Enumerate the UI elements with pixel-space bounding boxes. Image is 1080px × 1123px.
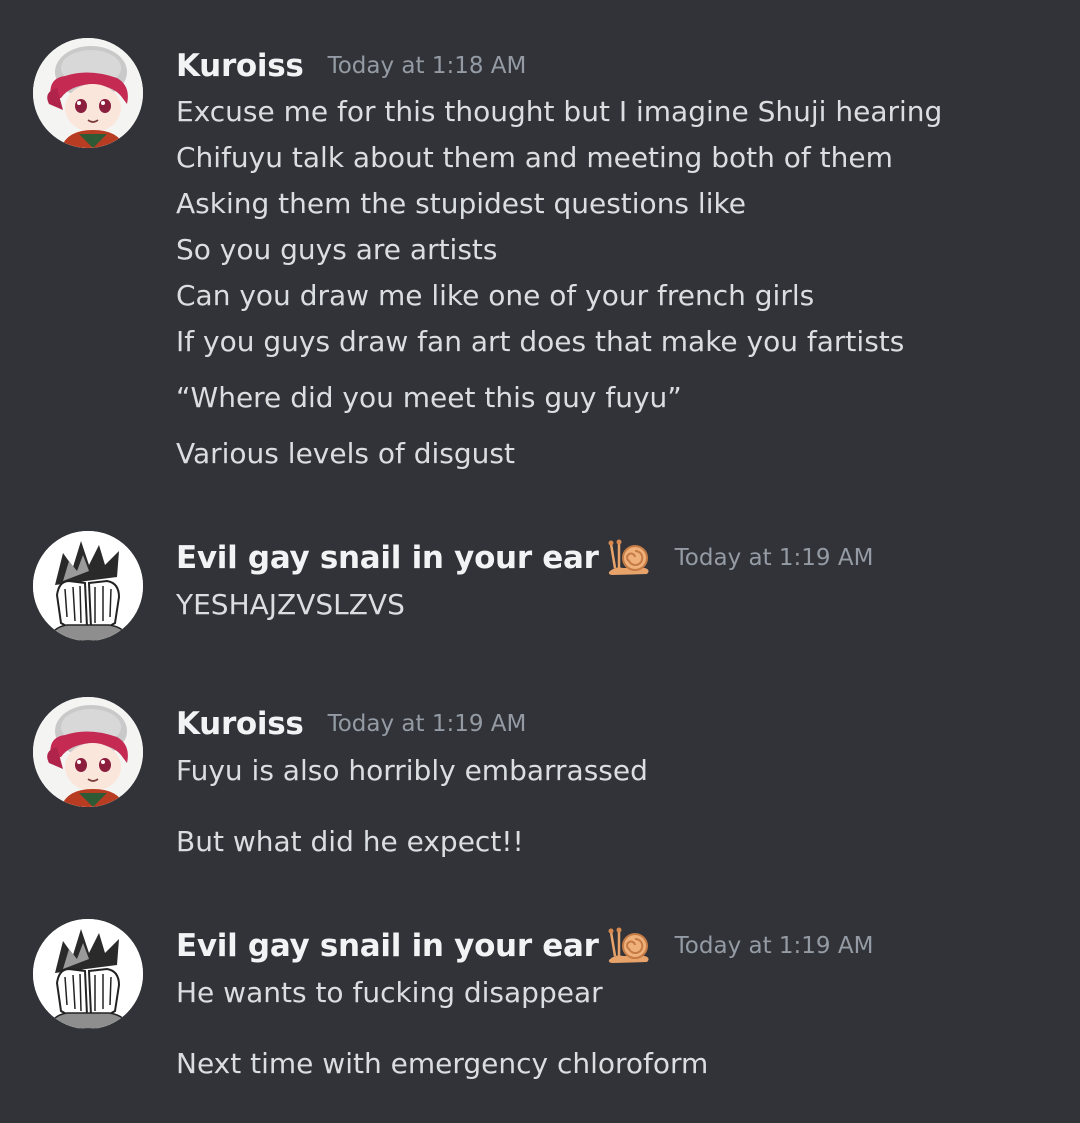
message-line: YESHAJZVSLZVS [176, 588, 405, 621]
message-line: Excuse me for this thought but I imagine… [176, 95, 943, 128]
username[interactable]: Kuroiss [176, 706, 304, 742]
message-line: Chifuyu talk about them and meeting both… [176, 141, 893, 174]
message-line: But what did he expect!! [176, 825, 524, 858]
message-header: Kuroiss Today at 1:19 AM [176, 702, 526, 746]
message-timestamp[interactable]: Today at 1:19 AM [328, 711, 527, 737]
message-line: So you guys are artists [176, 233, 498, 266]
username[interactable]: Kuroiss [176, 48, 304, 84]
username[interactable]: Evil gay snail in your ear [176, 928, 599, 964]
message-timestamp[interactable]: Today at 1:19 AM [675, 933, 874, 959]
user-avatar[interactable] [33, 919, 143, 1029]
red-haired-plush-avatar-icon [33, 38, 143, 148]
message-line: He wants to fucking disappear [176, 976, 603, 1009]
message-line: Various levels of disgust [176, 437, 515, 470]
manga-face-palm-avatar-icon [33, 531, 143, 641]
message-timestamp[interactable]: Today at 1:18 AM [328, 53, 527, 79]
message-line: Can you draw me like one of your french … [176, 279, 815, 312]
message-line: If you guys draw fan art does that make … [176, 325, 905, 358]
user-avatar[interactable] [33, 531, 143, 641]
message-timestamp[interactable]: Today at 1:19 AM [675, 545, 874, 571]
message-line: “Where did you meet this guy fuyu” [176, 381, 682, 414]
manga-face-palm-avatar-icon [33, 919, 143, 1029]
message-line: Fuyu is also horribly embarrassed [176, 754, 648, 787]
snail-icon [607, 926, 651, 966]
message-header: Evil gay snail in your ear Today at 1:19… [176, 536, 873, 580]
user-avatar[interactable] [33, 697, 143, 807]
snail-icon [607, 538, 651, 578]
username[interactable]: Evil gay snail in your ear [176, 540, 599, 576]
message-line: Asking them the stupidest questions like [176, 187, 746, 220]
red-haired-plush-avatar-icon [33, 697, 143, 807]
message-line: Next time with emergency chloroform [176, 1047, 709, 1080]
message-header: Evil gay snail in your ear Today at 1:19… [176, 924, 873, 968]
message-header: Kuroiss Today at 1:18 AM [176, 44, 526, 88]
user-avatar[interactable] [33, 38, 143, 148]
